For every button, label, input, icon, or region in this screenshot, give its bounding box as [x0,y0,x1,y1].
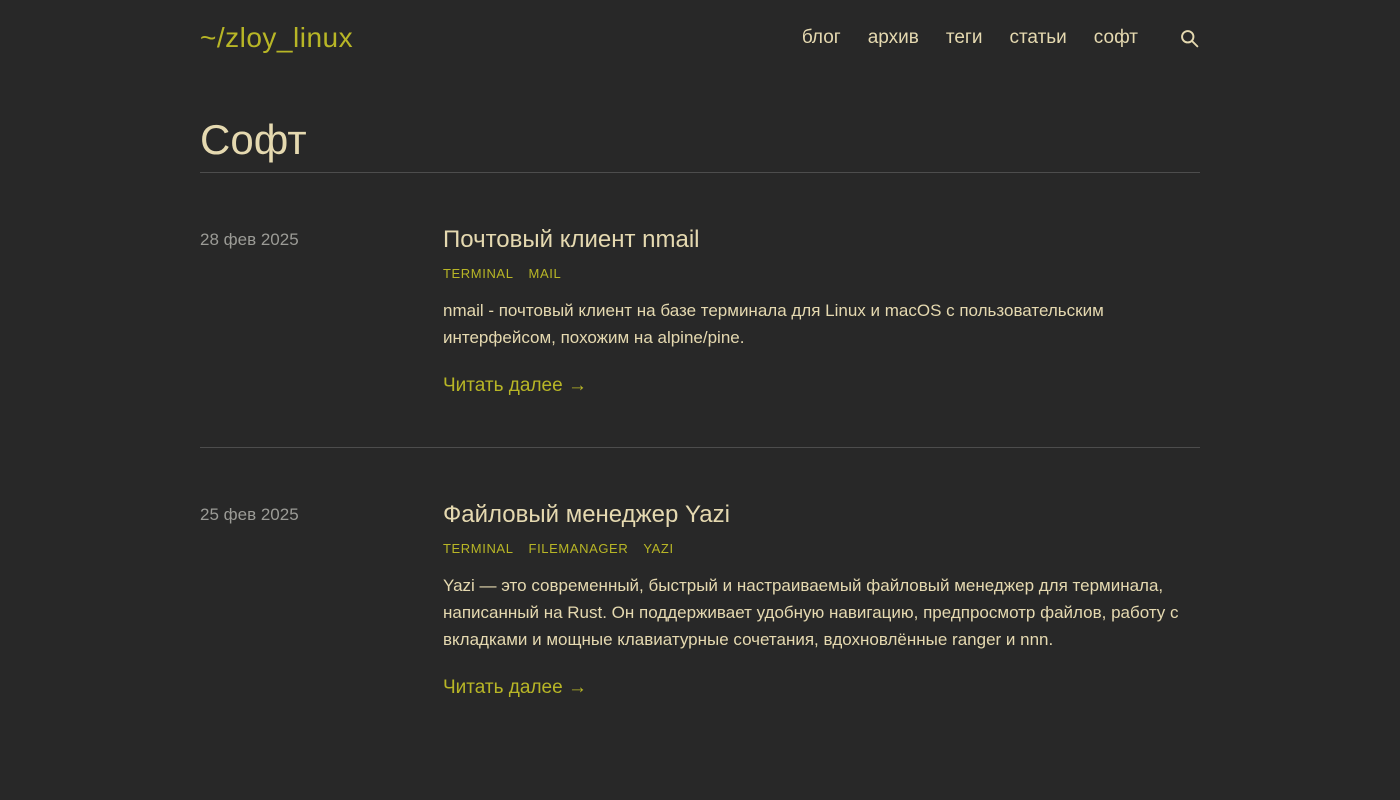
site-logo[interactable]: ~/zloy_linux [200,22,353,54]
post-title-link[interactable]: Файловый менеджер Yazi [443,500,1200,529]
post-entry-nmail: 28 фев 2025 Почтовый клиент nmail TERMIN… [200,173,1200,448]
search-icon [1179,28,1200,49]
post-title-link[interactable]: Почтовый клиент nmail [443,225,1200,254]
site-header: ~/zloy_linux блог архив теги статьи софт [0,0,1400,54]
main-content: Софт 28 фев 2025 Почтовый клиент nmail T… [200,116,1200,749]
search-button[interactable] [1179,28,1200,49]
post-body: Почтовый клиент nmail TERMINAL MAIL nmai… [443,225,1200,397]
nav-item-articles[interactable]: статьи [1009,27,1066,49]
post-tags: TERMINAL MAIL [443,266,1200,281]
nav-item-blog[interactable]: блог [802,27,841,49]
nav-item-tags[interactable]: теги [946,27,983,49]
post-body: Файловый менеджер Yazi TERMINAL FILEMANA… [443,500,1200,699]
tag-mail[interactable]: MAIL [529,266,562,281]
read-more-link[interactable]: Читать далее → [443,677,587,699]
page-title: Софт [200,116,1200,164]
tag-terminal[interactable]: TERMINAL [443,266,514,281]
post-date: 28 фев 2025 [200,225,443,397]
post-excerpt: Yazi — это современный, быстрый и настра… [443,572,1183,653]
nav-item-archive[interactable]: архив [868,27,919,49]
tag-filemanager[interactable]: FILEMANAGER [529,541,629,556]
tag-terminal[interactable]: TERMINAL [443,541,514,556]
tag-yazi[interactable]: YAZI [643,541,673,556]
post-entry-yazi: 25 фев 2025 Файловый менеджер Yazi TERMI… [200,448,1200,749]
post-excerpt: nmail - почтовый клиент на базе терминал… [443,297,1183,351]
post-date: 25 фев 2025 [200,500,443,699]
post-tags: TERMINAL FILEMANAGER YAZI [443,541,1200,556]
read-more-link[interactable]: Читать далее → [443,375,587,397]
main-nav: блог архив теги статьи софт [802,27,1200,49]
nav-item-soft[interactable]: софт [1094,27,1138,49]
